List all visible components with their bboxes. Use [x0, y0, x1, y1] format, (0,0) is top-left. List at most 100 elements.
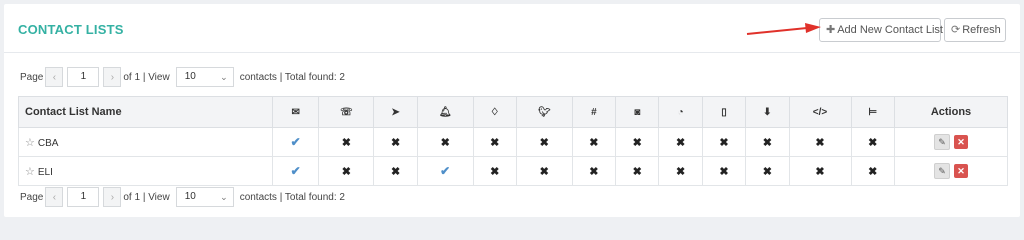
check-icon: ✔ [440, 164, 451, 178]
table-body: ☆ CBA ✔ ✖ ✖ ✖ ✖ ✖ ✖ ✖ ✖ ✖ ✖ ✖ ✖ ✎ ✕ ☆ ELI ✔ ✖ ✖ ✔ ✖ ✖ ✖ ✖ ✖ ✖ ✖ ✖ ✖ ✎ ✕ [18, 127, 1008, 186]
column-header-email: ✉ [271, 96, 320, 128]
cross-icon: ✖ [440, 136, 450, 149]
channel-cell: ✖ [318, 156, 375, 186]
column-header-download: ⬇ [745, 96, 790, 128]
channel-cell: ✖ [745, 127, 790, 157]
cross-icon: ✖ [539, 165, 549, 178]
cross-icon: ✖ [675, 136, 686, 149]
per-page-select[interactable]: 10 ⌄ [175, 67, 234, 87]
bell-icon: 🔔︎ [438, 106, 452, 118]
delete-icon[interactable]: ✕ [954, 135, 968, 149]
column-header-twitter: 🐦︎ [515, 96, 573, 128]
twitter-icon: 🐦︎ [537, 106, 551, 118]
discord-icon: ◙ [634, 106, 641, 118]
cross-icon: ✖ [632, 165, 642, 178]
channel-cell: ✖ [701, 156, 747, 186]
contact-list-name[interactable]: ELI [38, 167, 53, 178]
delete-icon[interactable]: ✕ [954, 164, 968, 178]
edit-icon[interactable]: ✎ [934, 163, 950, 179]
column-header-bell-outline: ♢ [472, 96, 517, 128]
column-header-actions: Actions [894, 96, 1008, 128]
column-header-slack: # [571, 96, 617, 128]
cross-icon: ✖ [762, 136, 772, 149]
cross-icon: ✖ [589, 165, 599, 178]
table-header-row: Contact List Name ✉ ☏ ➤ 🔔︎ ♢ 🐦︎ # ◙ ◔ ▯ … [18, 96, 1008, 128]
refresh-icon: ⟳ [951, 24, 961, 36]
channel-cell: ✔ [416, 156, 474, 186]
column-header-bed: ⊨ [850, 96, 896, 128]
actions-cell: ✎ ✕ [894, 156, 1008, 186]
channel-cell: ✖ [850, 127, 896, 157]
channel-cell: ✔ [271, 127, 320, 157]
actions-cell: ✎ ✕ [894, 127, 1008, 157]
bell-outline-icon: ♢ [490, 106, 500, 118]
phone-icon: ☏ [340, 106, 353, 118]
cross-icon: ✖ [632, 136, 642, 149]
cross-icon: ✖ [815, 136, 825, 149]
refresh-button[interactable]: ⟳ Refresh [944, 18, 1006, 42]
per-page-select[interactable]: 10 ⌄ [175, 187, 234, 207]
channel-cell: ✖ [515, 156, 573, 186]
total-found-text: contacts | Total found: 2 [239, 71, 345, 83]
contact-list-name[interactable]: CBA [38, 138, 59, 149]
page-number-input[interactable]: 1 [67, 67, 100, 87]
channel-cell: ✖ [788, 127, 852, 157]
column-header-name[interactable]: Contact List Name [18, 96, 273, 128]
bed-icon: ⊨ [868, 106, 878, 118]
column-header-bell: 🔔︎ [416, 96, 474, 128]
clock-icon: ◔ [677, 106, 684, 118]
cross-icon: ✖ [719, 165, 729, 178]
per-page-value: 10 [184, 71, 196, 82]
contact-list-name-cell: ☆ ELI [18, 156, 273, 186]
add-button-label: Add New Contact List [837, 24, 943, 36]
next-page-button[interactable]: › [103, 187, 122, 207]
cross-icon: ✖ [391, 165, 401, 178]
next-page-button[interactable]: › [103, 67, 122, 87]
chevron-down-icon: ⌄ [220, 192, 228, 202]
refresh-button-label: Refresh [962, 24, 1001, 36]
plus-icon: ✚ [826, 24, 836, 36]
channel-cell: ✖ [571, 156, 617, 186]
channel-cell: ✔ [271, 156, 320, 186]
cross-icon: ✖ [868, 136, 878, 149]
contact-lists-panel: CONTACT LISTS ✚ Add New Contact List ⟳ Ref… [4, 4, 1020, 217]
page-of-text: of 1 | View [123, 71, 170, 83]
channel-cell: ✖ [701, 127, 747, 157]
channel-cell: ✖ [658, 156, 703, 186]
channel-cell: ✖ [571, 127, 617, 157]
pagination-bottom: Page ‹ 1 › of 1 | View 10 ⌄ contacts | To… [18, 185, 347, 209]
cross-icon: ✖ [868, 165, 878, 178]
page-of-text: of 1 | View [123, 191, 170, 203]
column-header-clock: ◔ [658, 96, 703, 128]
pagination-top: Page ‹ 1 › of 1 | View 10 ⌄ contacts | To… [18, 65, 347, 89]
page-number-input[interactable]: 1 [67, 187, 100, 207]
edit-icon[interactable]: ✎ [934, 134, 950, 150]
channel-cell: ✖ [472, 156, 517, 186]
mobile-icon: ▯ [721, 106, 727, 118]
star-icon[interactable]: ☆ [25, 166, 35, 178]
add-new-contact-list-button[interactable]: ✚ Add New Contact List [819, 18, 943, 42]
page-title: CONTACT LISTS [18, 22, 124, 37]
cross-icon: ✖ [490, 136, 500, 149]
table-row[interactable]: ☆ ELI ✔ ✖ ✖ ✔ ✖ ✖ ✖ ✖ ✖ ✖ ✖ ✖ ✖ ✎ ✕ [18, 156, 1008, 186]
cross-icon: ✖ [762, 165, 772, 178]
prev-page-button[interactable]: ‹ [45, 187, 64, 207]
column-header-discord: ◙ [615, 96, 660, 128]
star-icon[interactable]: ☆ [25, 137, 35, 149]
channel-cell: ✖ [615, 156, 660, 186]
slack-icon: # [591, 106, 597, 118]
page-label: Page [20, 71, 44, 83]
table-row[interactable]: ☆ CBA ✔ ✖ ✖ ✖ ✖ ✖ ✖ ✖ ✖ ✖ ✖ ✖ ✖ ✎ ✕ [18, 127, 1008, 157]
email-icon: ✉ [291, 106, 300, 118]
channel-cell: ✖ [850, 156, 896, 186]
cross-icon: ✖ [719, 136, 729, 149]
prev-page-button[interactable]: ‹ [45, 67, 64, 87]
channel-cell: ✖ [615, 127, 660, 157]
column-header-telegram: ➤ [373, 96, 418, 128]
cross-icon: ✖ [341, 136, 351, 149]
cross-icon: ✖ [341, 165, 351, 178]
channel-cell: ✖ [373, 156, 418, 186]
per-page-value: 10 [184, 191, 196, 202]
channel-cell: ✖ [658, 127, 703, 157]
check-icon: ✔ [290, 164, 301, 178]
